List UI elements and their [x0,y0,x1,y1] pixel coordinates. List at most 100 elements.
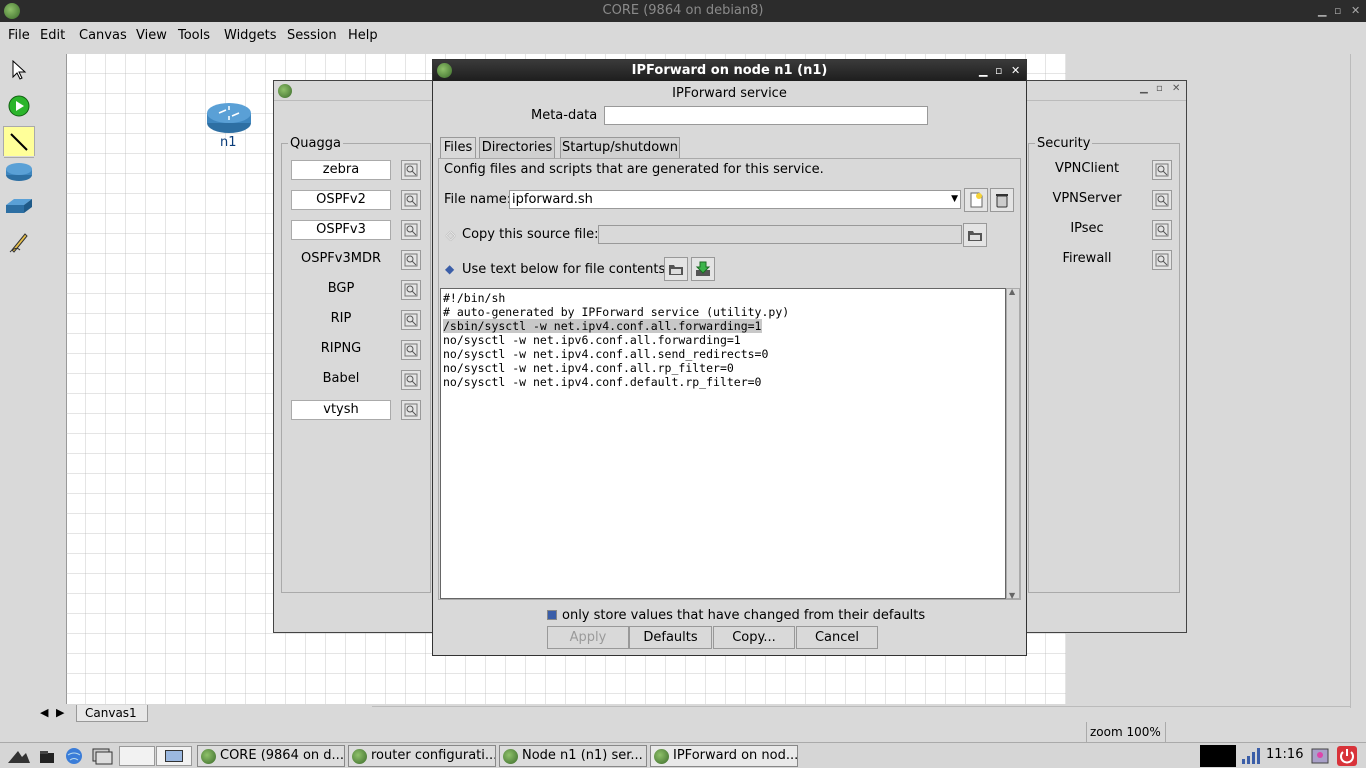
menu-tools[interactable]: Tools [178,28,210,43]
router-tool[interactable] [3,156,35,188]
task-label: CORE (9864 on d... [220,748,344,763]
menu-session[interactable]: Session [287,28,337,43]
filename-combobox[interactable]: ipforward.sh ▼ [509,190,961,209]
magnifier-icon [1155,223,1169,237]
scroll-up-icon[interactable]: ▲ [1009,287,1015,296]
minimize-icon[interactable]: ▁ [979,60,987,81]
task-node-services[interactable]: Node n1 (n1) ser... [499,745,647,767]
metadata-input[interactable] [604,106,928,125]
power-icon[interactable] [1336,745,1358,767]
magnifier-icon [404,223,418,237]
service-config-button[interactable] [1152,250,1172,270]
delete-file-button[interactable] [990,188,1014,212]
file-manager-icon[interactable] [91,747,113,765]
service-toggle[interactable]: zebra [291,160,391,180]
workspace-2[interactable] [156,746,192,766]
defaults-button[interactable]: Defaults [629,626,712,649]
service-config-button[interactable] [1152,220,1172,240]
core-logo-icon [437,63,452,78]
new-file-button[interactable] [964,188,988,212]
service-toggle[interactable]: Firewall [1037,250,1137,270]
service-toggle[interactable]: RIPNG [291,340,391,360]
only-changed-checkbox[interactable] [547,610,557,620]
service-config-button[interactable] [401,280,421,300]
minimize-icon[interactable]: ▁ [1318,0,1326,22]
canvas-horizontal-scrollbar[interactable] [372,706,1350,722]
start-session-tool[interactable] [3,90,35,122]
copy-button[interactable]: Copy... [713,626,795,649]
service-config-button[interactable] [401,190,421,210]
service-toggle[interactable]: BGP [291,280,391,300]
service-config-button[interactable] [401,220,421,240]
service-toggle[interactable]: VPNClient [1037,160,1137,180]
service-toggle[interactable]: IPsec [1037,220,1137,240]
file-contents-textarea[interactable]: #!/bin/sh # auto-generated by IPForward s… [440,288,1006,599]
tab-startup-shutdown[interactable]: Startup/shutdown [560,137,680,158]
switch-tool[interactable] [3,190,35,222]
menu-canvas[interactable]: Canvas [79,28,127,43]
textarea-scrollbar[interactable]: ▲ ▼ [1006,287,1020,600]
service-toggle[interactable]: vtysh [291,400,391,420]
files-description: Config files and scripts that are genera… [444,162,824,177]
router-node-n1[interactable] [206,102,252,134]
close-icon[interactable]: ✕ [1351,0,1360,22]
menu-edit[interactable]: Edit [40,28,65,43]
copy-source-radio[interactable]: ◇ [446,228,455,242]
task-core[interactable]: CORE (9864 on d... [197,745,345,767]
service-toggle[interactable]: OSPFv3 [291,220,391,240]
service-config-button[interactable] [1152,160,1172,180]
service-toggle[interactable]: OSPFv3MDR [291,250,391,270]
user-switch-icon[interactable] [1310,747,1330,765]
service-config-button[interactable] [401,400,421,420]
node-label: n1 [220,135,237,150]
service-config-button[interactable] [401,310,421,330]
service-toggle[interactable]: RIP [291,310,391,330]
canvas-vertical-scrollbar[interactable] [1350,54,1366,708]
close-icon[interactable]: ✕ [1172,83,1180,94]
maximize-icon[interactable]: ▫ [995,60,1002,81]
service-config-button[interactable] [401,340,421,360]
tab-scroll-left-icon[interactable]: ◀ [40,706,48,719]
copy-source-input[interactable] [598,225,962,244]
show-desktop-icon[interactable] [38,748,56,764]
service-config-button[interactable] [1152,190,1172,210]
menu-file[interactable]: File [8,28,30,43]
task-ipforward[interactable]: IPForward on nod... [650,745,798,767]
start-menu-icon[interactable] [6,747,32,765]
close-icon[interactable]: ✕ [1011,60,1020,81]
select-tool[interactable] [3,54,35,86]
service-toggle[interactable]: VPNServer [1037,190,1137,210]
tab-files[interactable]: Files [440,137,476,159]
scroll-down-icon[interactable]: ▼ [1009,591,1015,600]
tab-scroll-right-icon[interactable]: ▶ [56,706,64,719]
apply-button[interactable]: Apply [547,626,629,649]
menu-view[interactable]: View [136,28,167,43]
menu-help[interactable]: Help [348,28,378,43]
save-file-button[interactable] [691,257,715,281]
chevron-down-icon[interactable]: ▼ [951,191,958,208]
browser-globe-icon[interactable] [64,746,84,766]
annotation-tool[interactable] [3,226,35,258]
tab-canvas1[interactable]: Canvas1 [76,705,148,722]
cancel-button[interactable]: Cancel [796,626,878,649]
service-toggle[interactable]: Babel [291,370,391,390]
browse-source-button[interactable] [963,223,987,247]
maximize-icon[interactable]: ▫ [1334,0,1341,22]
service-config-button[interactable] [401,160,421,180]
menu-widgets[interactable]: Widgets [224,28,277,43]
service-config-button[interactable] [401,370,421,390]
service-config-button[interactable] [401,250,421,270]
network-signal-icon[interactable] [1240,747,1262,765]
taskbar: CORE (9864 on d... router configurati...… [0,742,1366,768]
service-row: OSPFv3MDR [282,250,432,270]
minimize-icon[interactable]: ▁ [1140,83,1148,94]
use-text-radio[interactable]: ◆ [445,262,454,276]
tab-directories[interactable]: Directories [479,137,555,158]
task-router-config[interactable]: router configurati... [348,745,496,767]
workspace-1[interactable] [119,746,155,766]
open-file-button[interactable] [664,257,688,281]
service-toggle[interactable]: OSPFv2 [291,190,391,210]
window-titlebar: CORE (9864 on debian8) ▁ ▫ ✕ [0,0,1366,22]
maximize-icon[interactable]: ▫ [1156,83,1163,94]
link-tool[interactable] [3,126,35,158]
